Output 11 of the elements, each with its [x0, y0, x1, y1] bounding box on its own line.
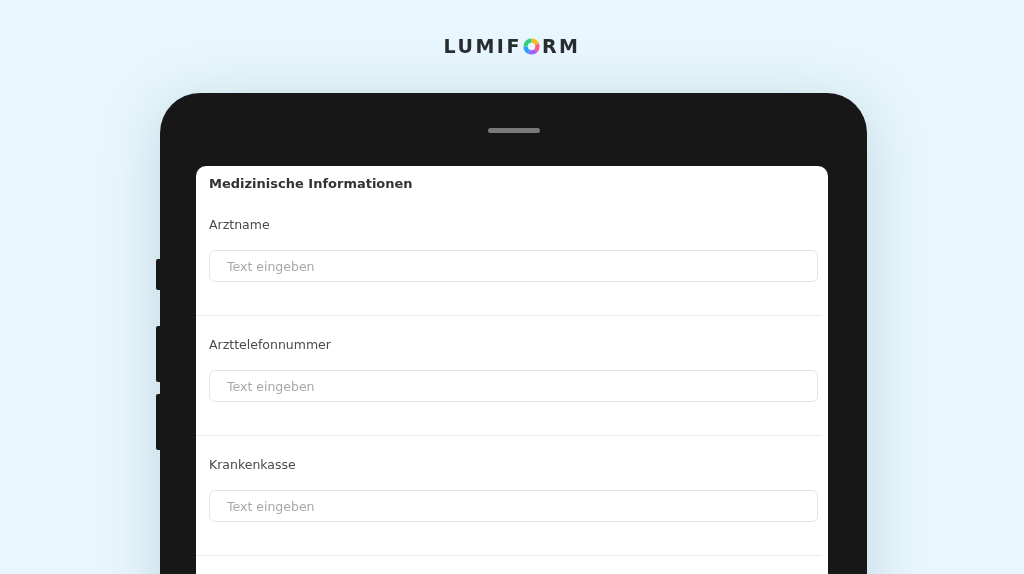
field-label: Arzttelefonnummer [209, 336, 332, 353]
tablet-handle [488, 128, 540, 133]
field-label: Arztname [209, 216, 271, 233]
input-field[interactable]: Text eingeben [209, 370, 818, 402]
form-title: Medizinische Informationen [208, 176, 414, 193]
input-field[interactable]: Text eingeben [209, 490, 818, 522]
color-ring-icon [522, 37, 540, 55]
logo-text: LUMIF [443, 35, 522, 57]
logo-text: RM [541, 35, 581, 57]
input-field[interactable]: Text eingeben [209, 250, 818, 282]
field-label: Krankenkasse [209, 456, 297, 473]
